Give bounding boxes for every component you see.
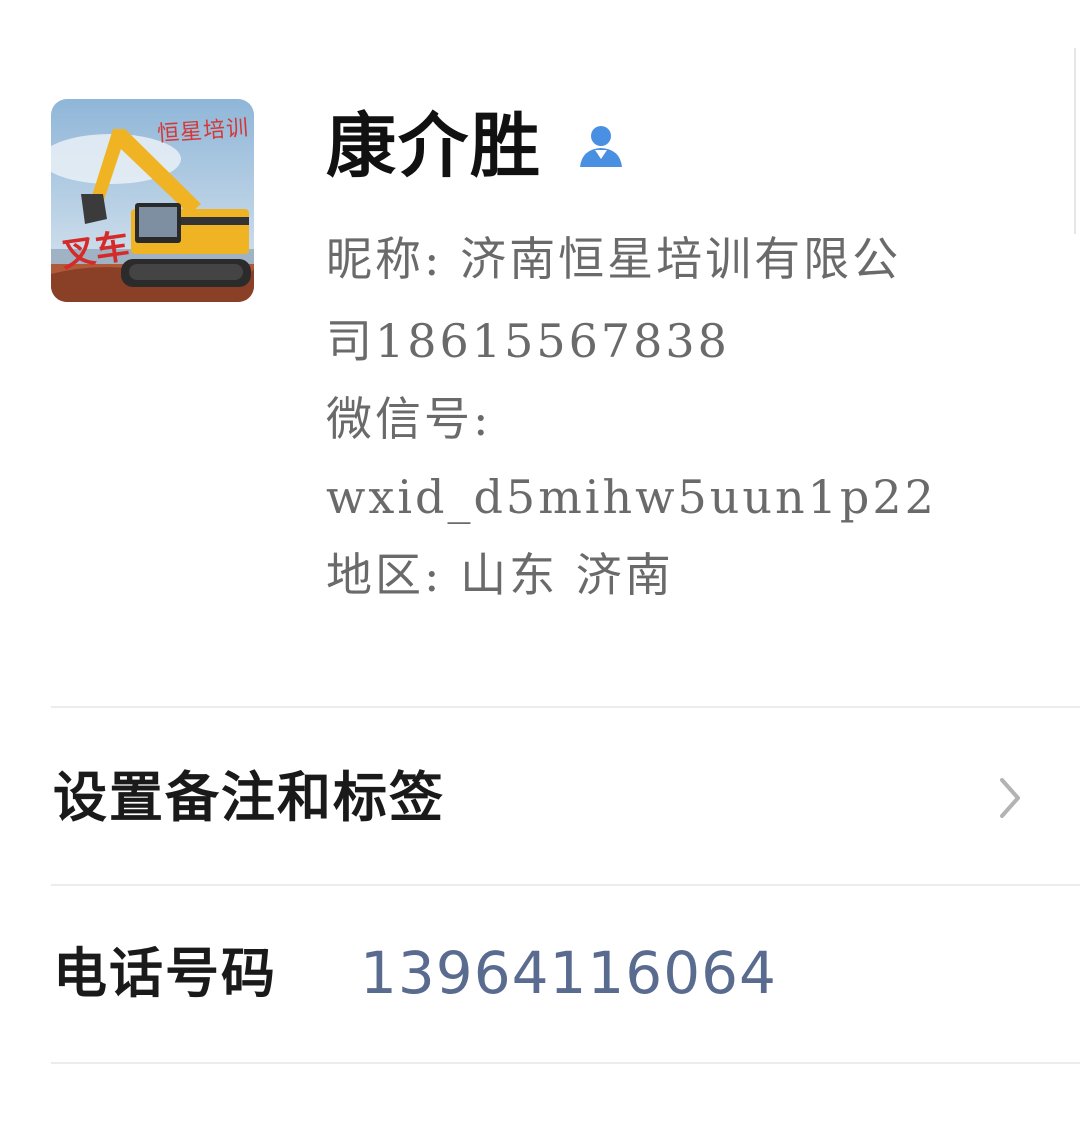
avatar[interactable]: 恒星培训 叉车: [51, 99, 254, 302]
contact-person-icon: [580, 126, 622, 167]
nickname-line-1: 昵称: 济南恒星培训有限公: [326, 232, 902, 286]
set-remark-tags-row[interactable]: 设置备注和标签: [0, 708, 1080, 884]
nickname-line-2: 司18615567838: [326, 314, 730, 368]
phone-row: 电话号码 13964116064: [0, 886, 1080, 1062]
scroll-edge: [1074, 48, 1080, 234]
contact-name: 康介胜: [326, 104, 542, 187]
phone-label: 电话号码: [53, 941, 277, 1005]
avatar-watermark-top: 恒星培训: [156, 115, 250, 148]
divider: [51, 1062, 1080, 1064]
set-remark-tags-label: 设置备注和标签: [53, 765, 445, 829]
region: 地区: 山东 济南: [326, 548, 674, 602]
chevron-right-icon: [1000, 778, 1020, 818]
avatar-watermark-bottom: 叉车: [59, 226, 132, 276]
wechat-id-label: 微信号:: [326, 392, 492, 446]
phone-number-link[interactable]: 13964116064: [360, 944, 777, 1002]
wechat-id-value[interactable]: wxid_d5mihw5uun1p22: [326, 474, 986, 520]
